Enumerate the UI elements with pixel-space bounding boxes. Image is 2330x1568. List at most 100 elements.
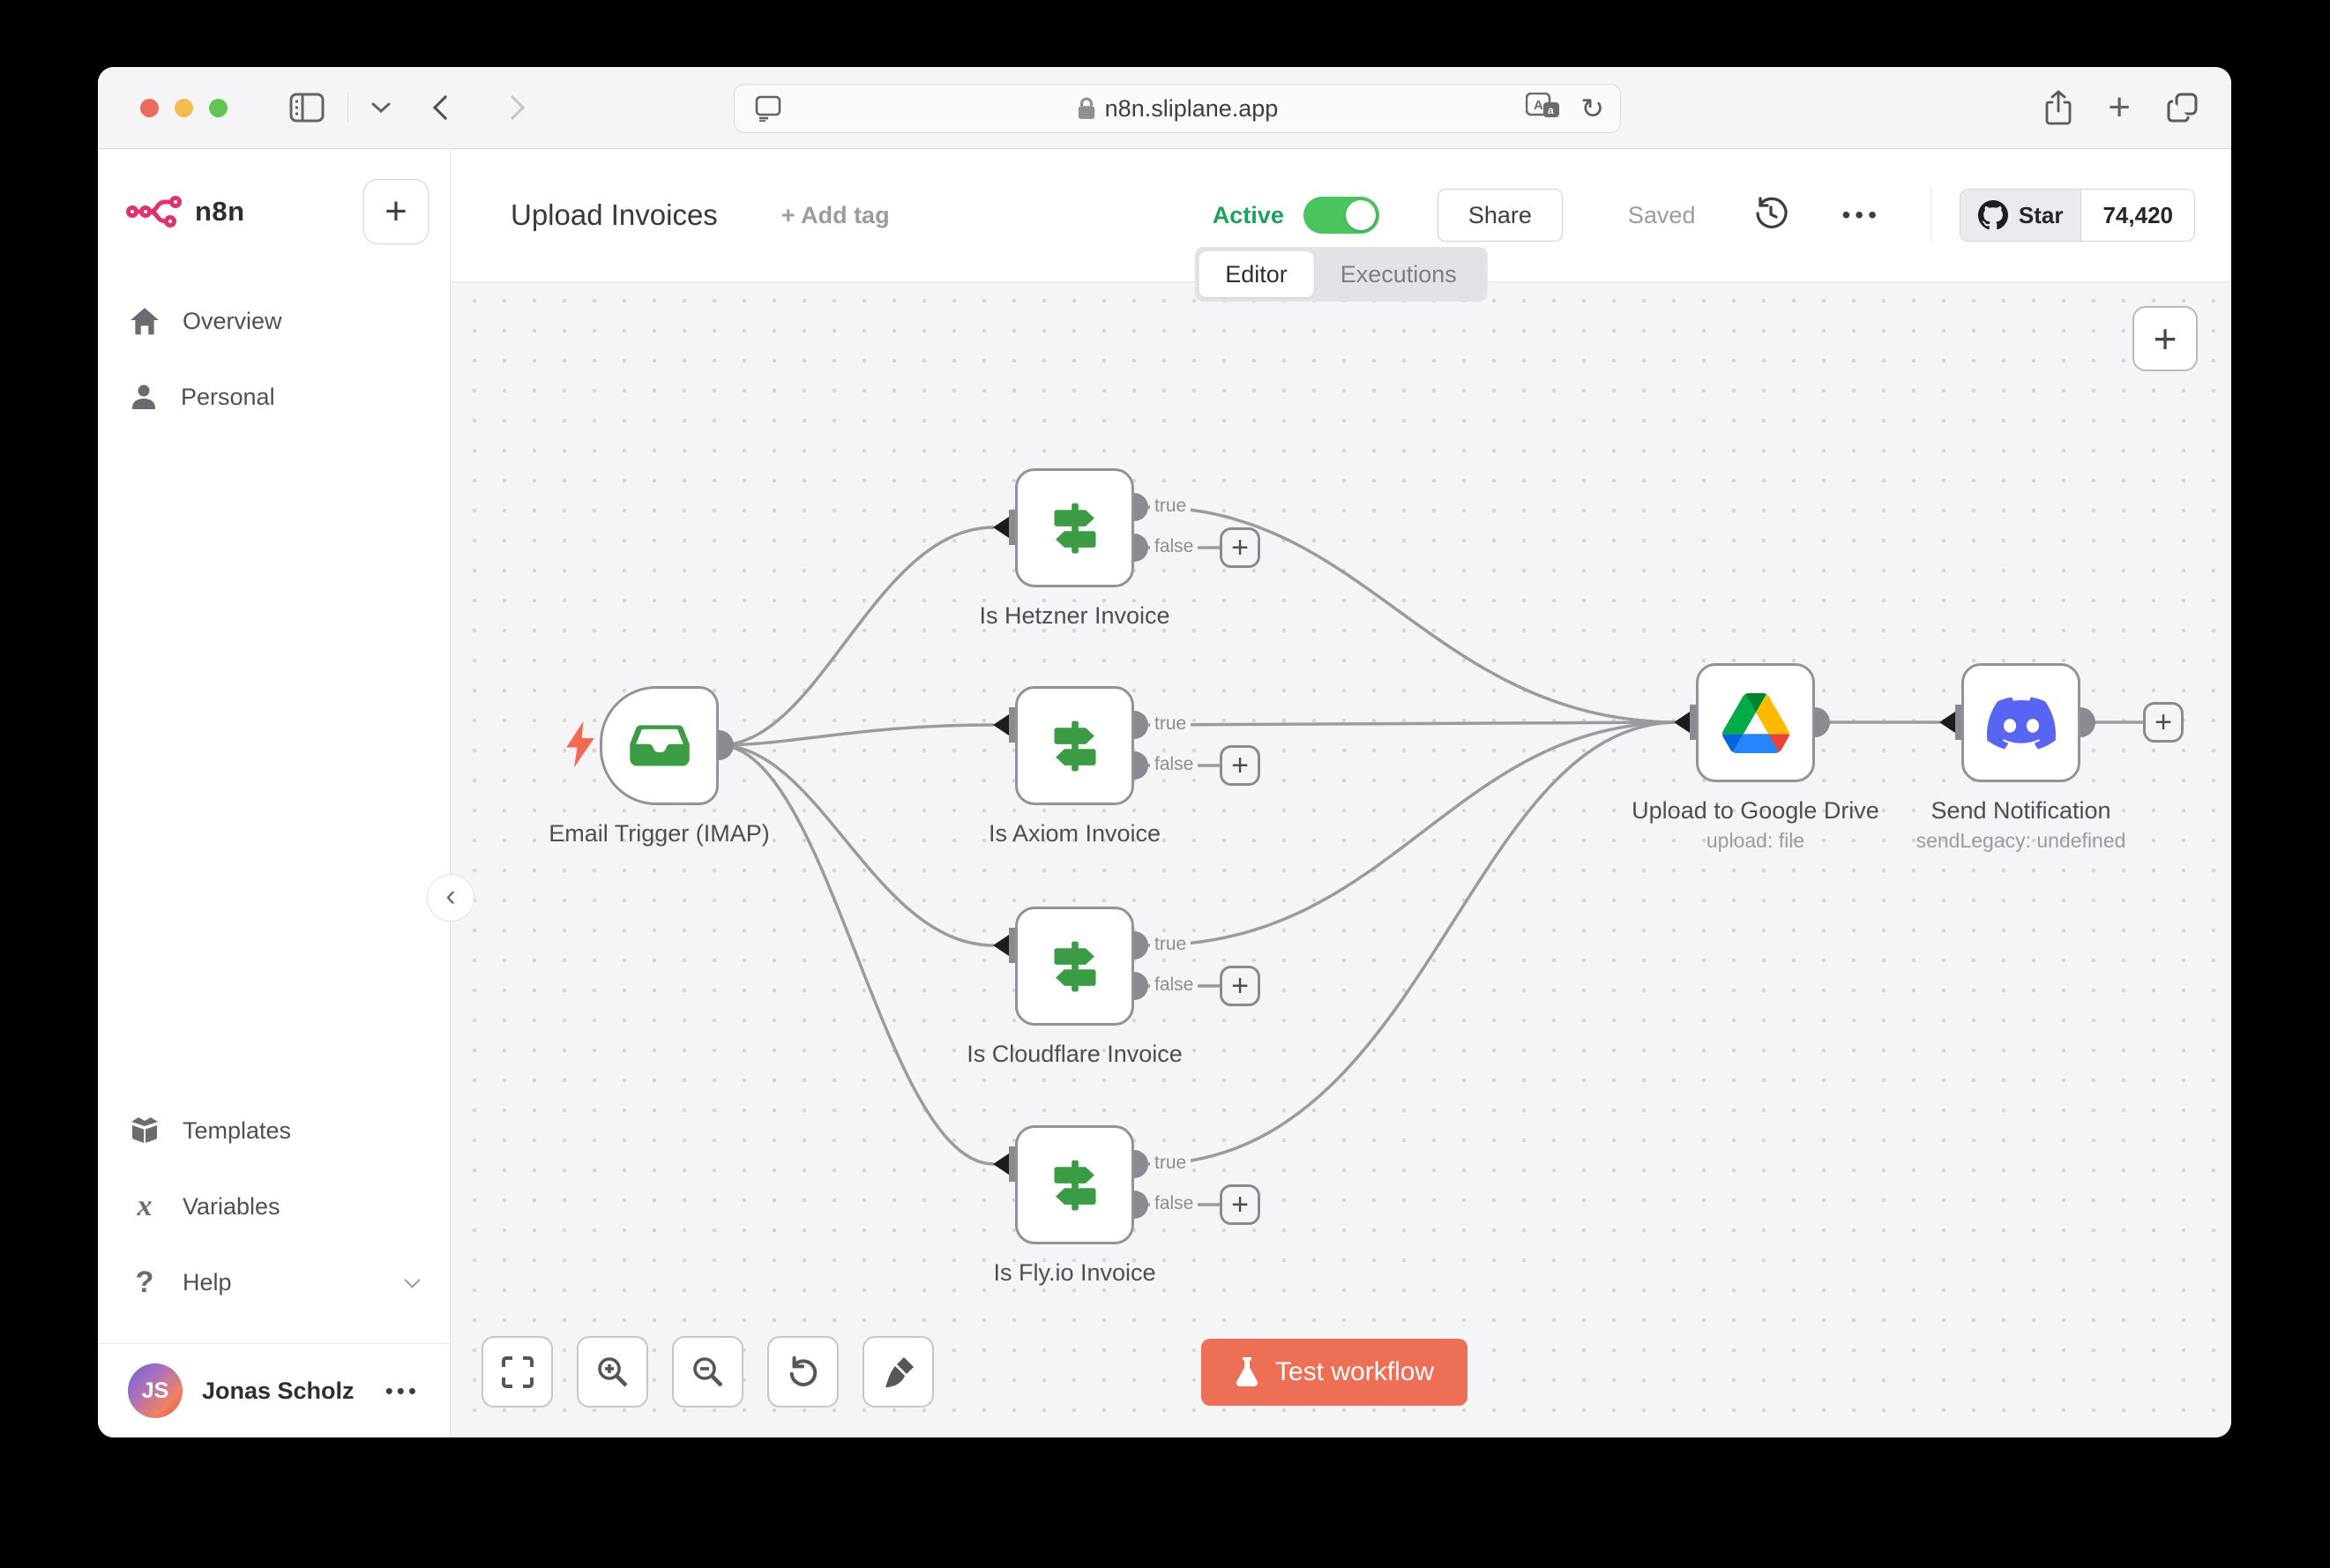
add-node-from-false-button[interactable]: +: [1220, 1184, 1260, 1225]
workflow-canvas[interactable]: Email Trigger (IMAP) Is Hetzner Invoice: [451, 282, 2231, 1437]
star-label: Star: [2019, 202, 2064, 229]
lock-icon: [1077, 96, 1096, 121]
share-workflow-button[interactable]: Share: [1438, 189, 1563, 242]
forward-button[interactable]: [504, 99, 521, 116]
inbox-icon: [628, 714, 691, 778]
app-sidebar: n8n + Overview Personal: [98, 149, 451, 1437]
node-email-trigger-imap[interactable]: Email Trigger (IMAP): [600, 686, 719, 805]
browser-toolbar: n8n.sliplane.app Aa ↻ +: [98, 67, 2231, 149]
back-button[interactable]: [437, 99, 454, 116]
sidebar-item-overview[interactable]: Overview: [98, 283, 450, 359]
brand-name: n8n: [195, 196, 245, 228]
google-drive-icon: [1722, 693, 1789, 753]
edge[interactable]: [1148, 722, 1675, 1164]
history-icon[interactable]: [1753, 196, 1789, 235]
share-icon[interactable]: [2044, 90, 2072, 125]
switch-icon: [1044, 936, 1106, 997]
home-icon: [130, 307, 160, 335]
node-is-cloudflare-invoice[interactable]: Is Cloudflare Invoice: [1015, 907, 1134, 1026]
user-options-button[interactable]: •••: [385, 1378, 420, 1405]
output-label-true: true: [1150, 934, 1191, 955]
translate-icon[interactable]: Aa: [1526, 93, 1561, 125]
input-arrow: [993, 714, 1009, 735]
screenshot-stage: n8n.sliplane.app Aa ↻ +: [0, 0, 2330, 1568]
github-star-button[interactable]: Star: [1960, 190, 2082, 241]
svg-text:A: A: [1534, 98, 1543, 113]
add-node-from-output-button[interactable]: +: [2143, 702, 2184, 743]
add-node-button[interactable]: +: [2132, 306, 2198, 371]
svg-text:a: a: [1548, 104, 1554, 116]
node-send-notification[interactable]: Send Notification sendLegacy: undefined: [1961, 663, 2080, 782]
collapse-sidebar-button[interactable]: ‹: [427, 874, 474, 922]
switch-icon: [1044, 715, 1106, 777]
github-star-widget[interactable]: Star 74,420: [1960, 189, 2195, 242]
tidy-up-button[interactable]: [863, 1336, 934, 1407]
saved-status: Saved: [1628, 202, 1696, 229]
sidebar-item-help[interactable]: ? Help: [98, 1244, 450, 1320]
minimize-window-button[interactable]: [175, 99, 193, 117]
view-tabs: Editor Executions: [1194, 247, 1488, 302]
n8n-logo[interactable]: n8n: [126, 196, 245, 228]
browser-window: n8n.sliplane.app Aa ↻ +: [98, 67, 2231, 1437]
node-label: Send Notification: [1810, 797, 2232, 825]
close-window-button[interactable]: [140, 99, 159, 117]
zoom-out-button[interactable]: [672, 1336, 743, 1407]
reload-icon[interactable]: ↻: [1580, 92, 1604, 125]
fit-view-button[interactable]: [482, 1336, 553, 1407]
avatar: JS: [128, 1363, 183, 1418]
switch-icon: [1044, 497, 1106, 559]
workflow-menu-button[interactable]: •••: [1841, 201, 1880, 229]
node-is-axiom-invoice[interactable]: Is Axiom Invoice: [1015, 686, 1134, 805]
active-label: Active: [1213, 202, 1284, 229]
output-label-false: false: [1150, 754, 1198, 775]
node-label: Is Hetzner Invoice: [863, 602, 1287, 630]
node-is-flyio-invoice[interactable]: Is Fly.io Invoice: [1015, 1125, 1134, 1244]
output-label-false: false: [1150, 1193, 1198, 1214]
zoom-window-button[interactable]: [209, 99, 228, 117]
edge[interactable]: [1148, 722, 1675, 725]
node-upload-to-google-drive[interactable]: Upload to Google Drive upload: file: [1696, 663, 1815, 782]
sidebar-toggle-icon[interactable]: [289, 93, 325, 123]
header-divider: [1930, 189, 1931, 242]
sidebar-item-variables[interactable]: x Variables: [98, 1169, 450, 1244]
chevron-left-icon: ‹: [445, 881, 455, 911]
url-text[interactable]: n8n.sliplane.app: [1105, 95, 1279, 123]
variables-x-icon: x: [130, 1191, 160, 1221]
tab-executions[interactable]: Executions: [1314, 251, 1483, 297]
question-icon: ?: [130, 1267, 160, 1297]
output-label-true: true: [1150, 496, 1191, 517]
new-tab-button[interactable]: +: [2108, 86, 2131, 130]
node-label: Email Trigger (IMAP): [451, 820, 871, 847]
chevron-down-icon[interactable]: [371, 101, 391, 114]
sidebar-item-templates[interactable]: Templates: [98, 1093, 450, 1169]
sidebar-item-label: Overview: [183, 308, 282, 335]
active-toggle[interactable]: [1303, 197, 1379, 234]
sidebar-item-personal[interactable]: Personal: [98, 359, 450, 435]
add-node-from-false-button[interactable]: +: [1220, 745, 1260, 786]
star-count[interactable]: 74,420: [2081, 190, 2194, 241]
test-workflow-button[interactable]: Test workflow: [1201, 1339, 1467, 1406]
add-node-from-false-button[interactable]: +: [1220, 527, 1260, 568]
edge[interactable]: [719, 745, 994, 1164]
tab-editor[interactable]: Editor: [1199, 251, 1314, 297]
add-tag-button[interactable]: + Add tag: [781, 202, 890, 229]
edge[interactable]: [719, 725, 994, 745]
chevron-down-icon: [404, 1272, 420, 1288]
github-icon: [1978, 200, 2008, 230]
address-bar[interactable]: n8n.sliplane.app Aa ↻: [734, 84, 1621, 133]
user-menu[interactable]: JS Jonas Scholz •••: [98, 1344, 450, 1437]
input-arrow: [993, 1154, 1009, 1175]
tab-overview-icon[interactable]: [2166, 91, 2199, 124]
node-label: Is Cloudflare Invoice: [863, 1041, 1287, 1068]
output-label-false: false: [1150, 974, 1198, 996]
templates-box-icon: [130, 1116, 160, 1145]
edge[interactable]: [719, 527, 994, 745]
workflow-title[interactable]: Upload Invoices: [511, 198, 718, 232]
zoom-in-button[interactable]: [577, 1336, 648, 1407]
node-is-hetzner-invoice[interactable]: Is Hetzner Invoice: [1015, 468, 1134, 587]
canvas-controls: [482, 1336, 934, 1407]
add-workflow-button[interactable]: +: [363, 179, 429, 244]
reset-zoom-button[interactable]: [767, 1336, 839, 1407]
add-node-from-false-button[interactable]: +: [1220, 966, 1260, 1006]
output-label-true: true: [1150, 713, 1191, 735]
